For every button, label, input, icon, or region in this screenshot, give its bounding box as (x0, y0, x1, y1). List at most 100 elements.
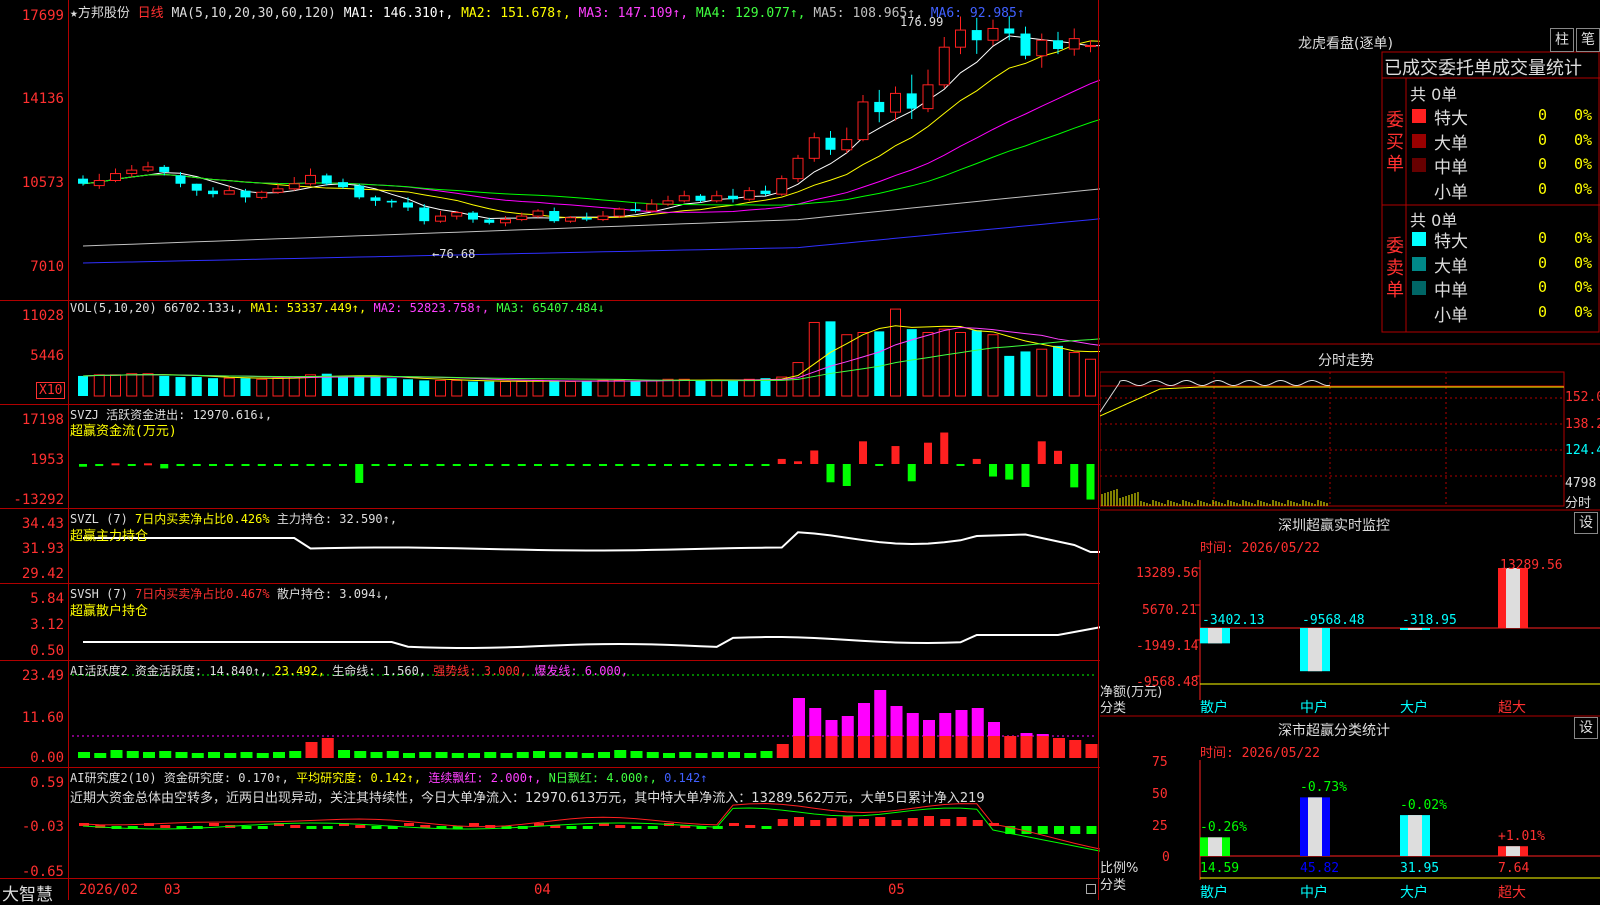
activity-bar (354, 751, 367, 758)
fund-flow-bar (647, 464, 656, 466)
szcls-value-label: 45.82 (1300, 861, 1340, 876)
research-bar (615, 825, 626, 828)
fund-flow-bar (550, 464, 559, 466)
volume-bar (987, 334, 999, 397)
activity-bar (549, 752, 562, 758)
candle-body (419, 207, 430, 222)
fenshi-avg-line (1100, 386, 1564, 417)
volume-bar (240, 378, 251, 396)
fund-flow-bar (826, 464, 835, 483)
size-label: 特大 (1434, 109, 1468, 129)
activity-bar (484, 752, 497, 758)
activity-bar (338, 750, 350, 758)
fund-flow-bar (582, 464, 591, 466)
activity-bar (679, 752, 692, 758)
volume-bar (678, 378, 690, 397)
activity-bar (841, 736, 854, 758)
szcls-bar-highlight (1208, 837, 1222, 856)
fund-flow-bar (322, 464, 331, 467)
fund-flow-bar (566, 464, 575, 466)
fund-flow-bar (95, 464, 104, 467)
activity-bar (598, 752, 610, 758)
period-label[interactable]: 日线 (138, 6, 164, 21)
lock-icon[interactable] (1086, 884, 1096, 894)
szcls-bar-highlight (1308, 797, 1322, 856)
bar-mode-button[interactable]: 柱 (1550, 28, 1574, 52)
activity-bar (776, 744, 789, 758)
szcls-value-label: 14.59 (1200, 861, 1240, 876)
research-bar (160, 825, 171, 828)
stock-name[interactable]: ★方邦股份 (70, 6, 130, 21)
activity-bar (224, 753, 237, 758)
candle-body (581, 217, 592, 220)
szmon-ytick: -1949.14 (1136, 639, 1199, 654)
fund-flow-bar (111, 463, 120, 466)
candle-body (695, 195, 706, 201)
fund-flow-bar (160, 464, 169, 469)
size-swatch (1412, 109, 1426, 123)
volume-bar (223, 377, 235, 397)
research-bar (729, 823, 739, 826)
fund-flow-bar (485, 464, 494, 466)
ai1-b: 23.492, (274, 664, 325, 678)
ai1-label: AI活跃度2 (70, 664, 128, 678)
volume-bar (662, 378, 674, 397)
research-bar (404, 823, 414, 826)
fund-flow-bar (306, 464, 315, 466)
activity-bar (516, 752, 529, 758)
chart-right-border (1098, 0, 1099, 900)
vol-unit[interactable]: X10 (36, 382, 66, 399)
szcls-change-label: +1.01% (1498, 829, 1545, 845)
main-header: ★方邦股份 日线 MA(5,10,20,30,60,120) MA1: 146.… (70, 2, 1025, 21)
fund-flow-bar (192, 464, 201, 466)
research-bar (761, 826, 772, 829)
chart-area[interactable]: ★方邦股份 日线 MA(5,10,20,30,60,120) MA1: 146.… (0, 0, 1100, 905)
fund-flow-bar (387, 464, 396, 466)
szmon-settings-button[interactable]: 设 (1574, 512, 1598, 534)
activity-bar (793, 698, 805, 736)
research-bar (956, 817, 967, 826)
ai2-b: 平均研究度: 0.142↑, (296, 771, 422, 785)
ai2-ytick: -0.65 (21, 864, 64, 880)
research-bar (355, 825, 366, 828)
volume-bar (484, 381, 495, 396)
candle-body (516, 215, 528, 221)
ai1-ytick: 23.49 (21, 668, 64, 684)
volume-bar (581, 381, 592, 396)
ai2-label: AI研究度2(10) (70, 771, 157, 785)
vol-value: 66702.133↓, (163, 301, 244, 315)
szcls-xcat-label: 分类 (1100, 878, 1127, 893)
volume-bar (955, 331, 966, 397)
size-count: 0 (1538, 278, 1548, 296)
candle-body (971, 30, 982, 41)
fund-flow-bar (436, 464, 445, 466)
szcls-time: 时间: 2026/05/22 (1200, 746, 1320, 761)
candle-body (484, 219, 495, 223)
app-name: 大智慧 (2, 885, 53, 905)
fenshi-ytick: 152.0 (1565, 390, 1600, 405)
fund-flow-bar (1037, 441, 1046, 464)
candle-body (223, 190, 235, 195)
fund-flow-bar (696, 464, 705, 466)
candle-body (874, 101, 885, 113)
activity-bar (321, 738, 334, 758)
candle-body (1020, 33, 1031, 56)
activity-bar (1004, 736, 1017, 758)
activity-bar (906, 713, 919, 736)
fund-flow-bar (469, 464, 477, 466)
fund-flow-bar (745, 464, 754, 466)
size-pct: 0% (1574, 229, 1593, 247)
research-bar (209, 823, 219, 826)
activity-bar (78, 752, 90, 758)
panel-divider (0, 583, 1100, 584)
activity-bar (289, 751, 302, 758)
activity-bar (208, 752, 220, 758)
szcls-ytick: 25 (1152, 819, 1168, 834)
volume-bar (1053, 345, 1063, 396)
tick-mode-button[interactable]: 笔 (1576, 28, 1600, 52)
szcls-settings-button[interactable]: 设 (1574, 717, 1598, 739)
candle-body (922, 84, 934, 110)
candle-body (1036, 39, 1048, 57)
activity-bar (273, 752, 285, 758)
volume-bar (890, 308, 901, 397)
